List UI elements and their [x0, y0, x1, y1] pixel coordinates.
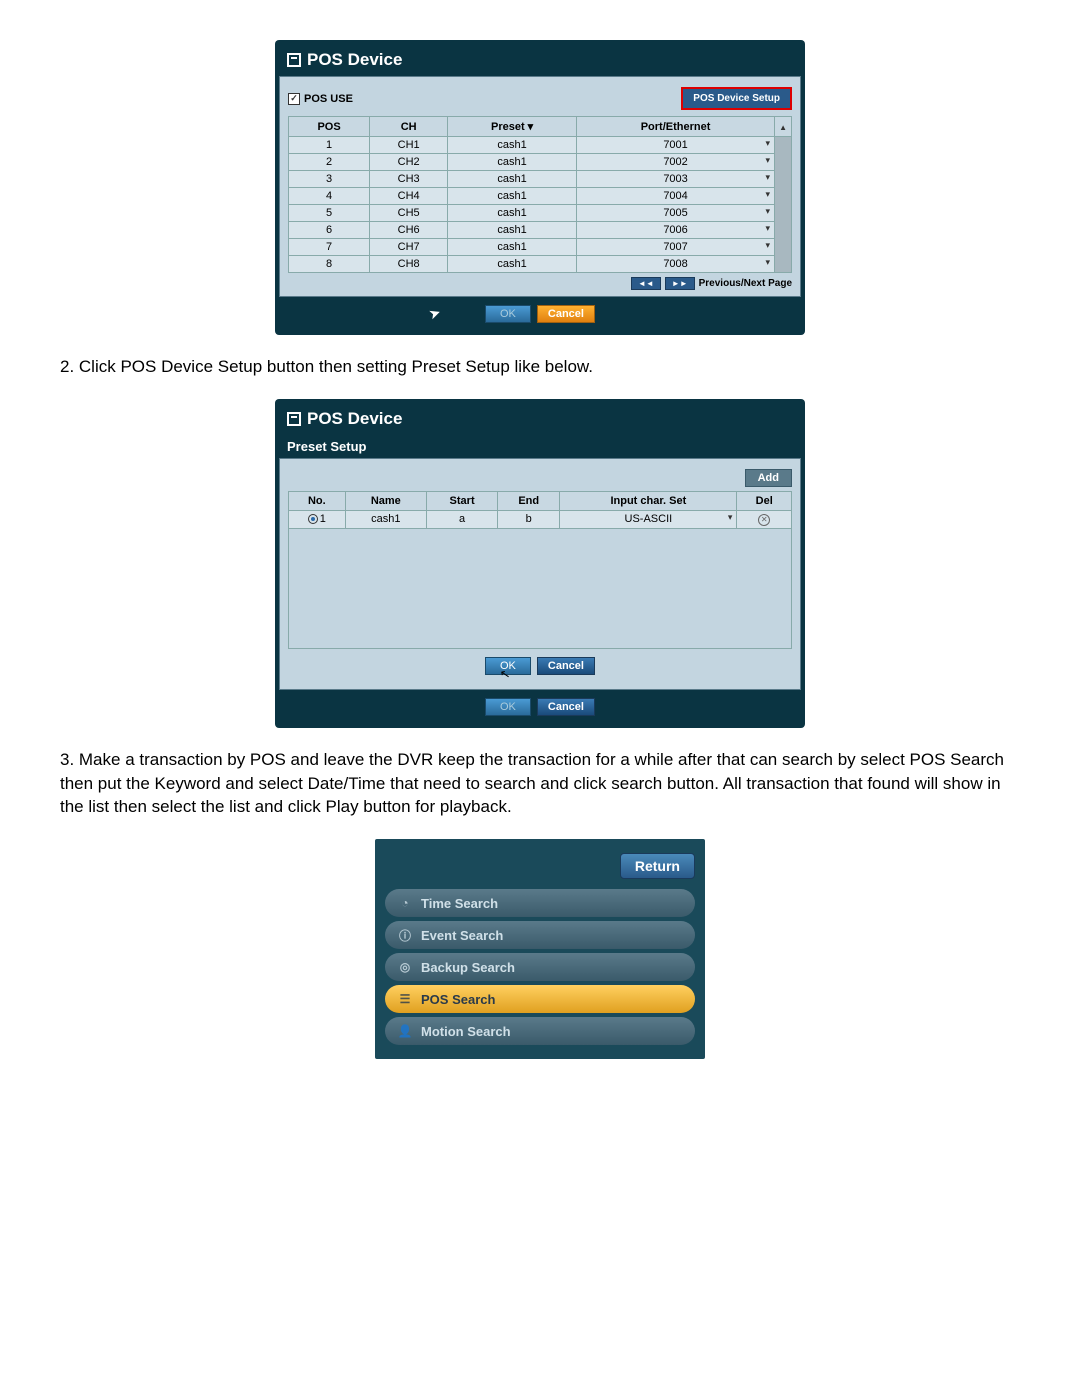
next-page-button[interactable]: ►►	[665, 277, 695, 290]
window-title-bar: POS Device	[279, 403, 801, 435]
table-row: 2CH2cash17002	[289, 154, 792, 171]
step-2-text: 2. Click POS Device Setup button then se…	[60, 355, 1020, 379]
info-icon: ⓘ	[397, 927, 413, 943]
table-row: 7CH7cash17007	[289, 239, 792, 256]
preset-setup-subheader: Preset Setup	[279, 435, 801, 458]
pos-device-window-1: POS Device ✓ POS USE POS Device Setup PO…	[275, 40, 805, 335]
scrollbar-track[interactable]	[775, 137, 792, 273]
col-no: No.	[289, 491, 346, 510]
clock-icon: ◔	[397, 895, 413, 911]
row-end[interactable]: b	[498, 510, 560, 528]
person-icon: 👤	[397, 1023, 413, 1039]
row-name[interactable]: cash1	[345, 510, 426, 528]
pos-device-window-2: POS Device Preset Setup Add No. Name Sta…	[275, 399, 805, 728]
col-start: Start	[427, 491, 498, 510]
checkbox-icon: ✓	[288, 93, 300, 105]
item-label: Backup Search	[421, 960, 515, 975]
col-port: Port/Ethernet	[577, 117, 775, 137]
pos-search-item[interactable]: ☰ POS Search	[385, 985, 695, 1013]
prev-page-button[interactable]: ◄◄	[631, 277, 661, 290]
window-footer: ➤ OK Cancel	[279, 297, 801, 331]
radio-icon	[308, 514, 318, 524]
delete-icon: ✕	[758, 514, 770, 526]
window-title: POS Device	[307, 409, 402, 429]
backup-search-item[interactable]: ◎ Backup Search	[385, 953, 695, 981]
motion-search-item[interactable]: 👤 Motion Search	[385, 1017, 695, 1045]
cursor-icon: ➤	[426, 304, 443, 324]
cancel-button[interactable]: Cancel	[537, 698, 595, 716]
pos-device-setup-button[interactable]: POS Device Setup	[681, 87, 792, 110]
item-label: POS Search	[421, 992, 495, 1007]
row-start[interactable]: a	[427, 510, 498, 528]
pos-table-body: 1CH1cash17001 2CH2cash17002 3CH3cash1700…	[289, 137, 792, 273]
window-body: Add No. Name Start End Input char. Set D…	[279, 458, 801, 690]
pager: ◄◄ ►► Previous/Next Page	[288, 277, 792, 290]
inner-footer: OK Cancel ↖	[288, 649, 792, 683]
window-icon	[287, 53, 301, 67]
event-search-item[interactable]: ⓘ Event Search	[385, 921, 695, 949]
inner-cancel-button[interactable]: Cancel	[537, 657, 595, 675]
preset-empty-area	[288, 529, 792, 649]
item-label: Event Search	[421, 928, 503, 943]
ok-button[interactable]: OK	[485, 305, 531, 323]
col-ch: CH	[370, 117, 448, 137]
window-title-bar: POS Device	[279, 44, 801, 76]
search-menu-panel: Return ◔ Time Search ⓘ Event Search ◎ Ba…	[375, 839, 705, 1059]
pos-use-text: POS USE	[304, 93, 353, 105]
add-row: Add	[288, 469, 792, 487]
preset-table: No. Name Start End Input char. Set Del 1…	[288, 491, 792, 529]
pos-table: POS CH Preset ▾ Port/Ethernet ▲ 1CH1cash…	[288, 116, 792, 273]
col-end: End	[498, 491, 560, 510]
return-button[interactable]: Return	[620, 853, 695, 879]
col-preset[interactable]: Preset ▾	[448, 117, 577, 137]
table-row: 8CH8cash17008	[289, 256, 792, 273]
item-label: Motion Search	[421, 1024, 511, 1039]
item-label: Time Search	[421, 896, 498, 911]
table-row: 1CH1cash17001	[289, 137, 792, 154]
table-row: 6CH6cash17006	[289, 222, 792, 239]
window-body: ✓ POS USE POS Device Setup POS CH Preset…	[279, 76, 801, 297]
top-row: ✓ POS USE POS Device Setup	[288, 87, 792, 110]
scroll-up[interactable]: ▲	[775, 117, 792, 137]
col-charset: Input char. Set	[560, 491, 737, 510]
col-del: Del	[737, 491, 792, 510]
step-3-text: 3. Make a transaction by POS and leave t…	[60, 748, 1020, 819]
table-row: 5CH5cash17005	[289, 205, 792, 222]
pager-label: Previous/Next Page	[699, 278, 792, 289]
pos-use-checkbox-label[interactable]: ✓ POS USE	[288, 93, 353, 105]
col-pos: POS	[289, 117, 370, 137]
time-search-item[interactable]: ◔ Time Search	[385, 889, 695, 917]
cancel-button[interactable]: Cancel	[537, 305, 595, 323]
table-row: 1 cash1 a b US-ASCII ✕	[289, 510, 792, 528]
row-charset[interactable]: US-ASCII	[560, 510, 737, 528]
table-row: 4CH4cash17004	[289, 188, 792, 205]
row-no[interactable]: 1	[289, 510, 346, 528]
window-icon	[287, 412, 301, 426]
add-button[interactable]: Add	[745, 469, 792, 487]
window-title: POS Device	[307, 50, 402, 70]
col-name: Name	[345, 491, 426, 510]
row-del[interactable]: ✕	[737, 510, 792, 528]
disk-icon: ◎	[397, 959, 413, 975]
table-row: 3CH3cash17003	[289, 171, 792, 188]
window-footer: OK Cancel	[279, 690, 801, 724]
list-icon: ☰	[397, 991, 413, 1007]
ok-button[interactable]: OK	[485, 698, 531, 716]
